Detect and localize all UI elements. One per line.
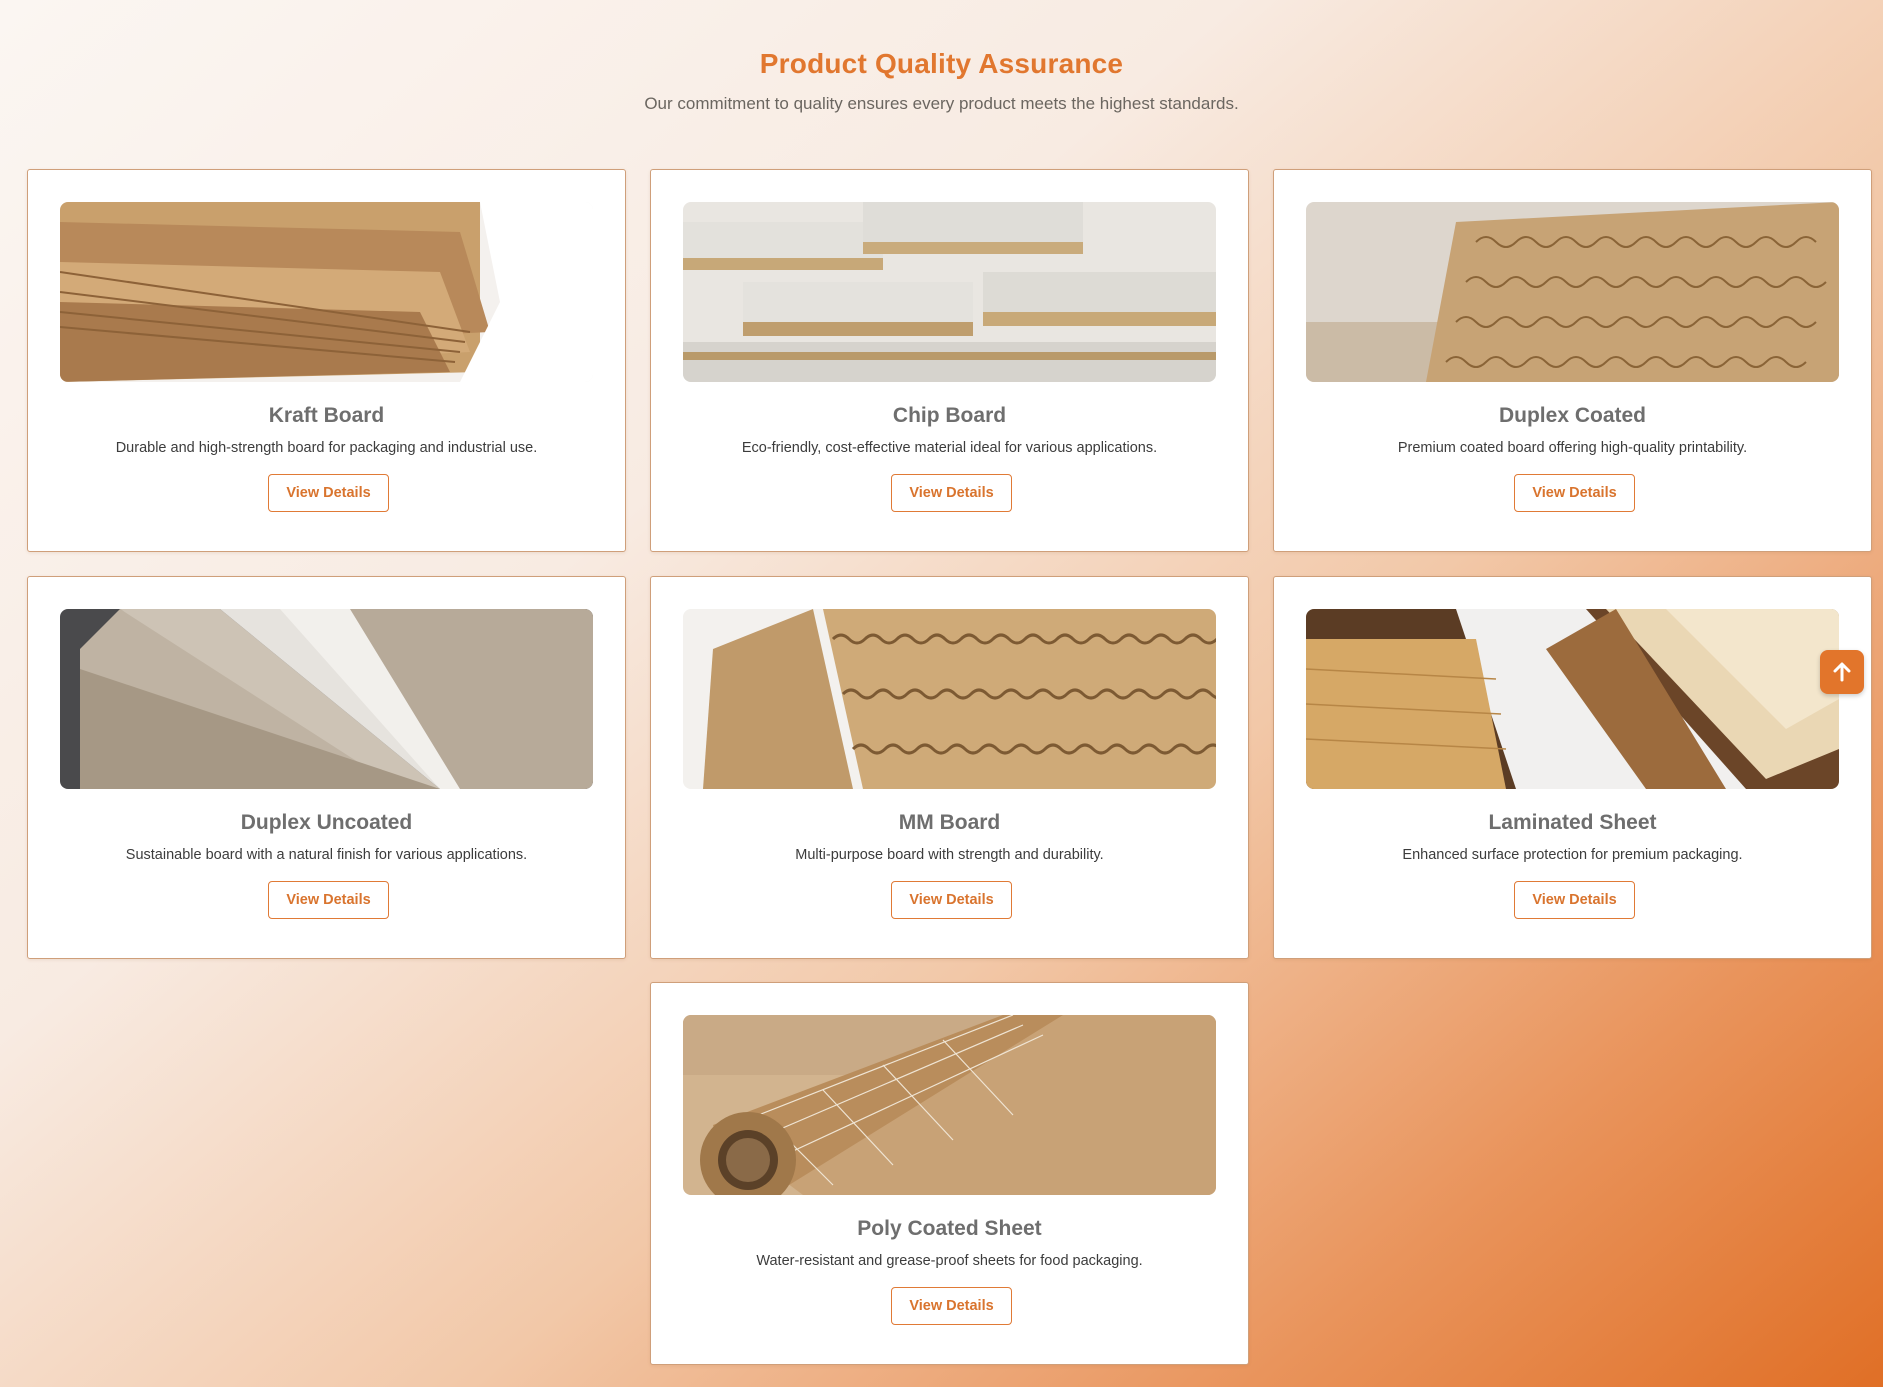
mm-board-image — [683, 609, 1216, 789]
product-description: Water-resistant and grease-proof sheets … — [756, 1253, 1143, 1269]
product-card-chip-board: Chip Board Eco-friendly, cost-effective … — [650, 169, 1249, 552]
product-name: MM Board — [898, 811, 1001, 834]
product-card-duplex-coated: Duplex Coated Premium coated board offer… — [1273, 169, 1872, 552]
poly-coated-sheet-image — [683, 1015, 1216, 1195]
page-subtitle: Our commitment to quality ensures every … — [644, 94, 1239, 113]
product-description: Eco-friendly, cost-effective material id… — [741, 440, 1158, 456]
product-description: Enhanced surface protection for premium … — [1402, 847, 1743, 863]
product-card-laminated-sheet: Laminated Sheet Enhanced surface protect… — [1273, 576, 1872, 959]
product-name: Poly Coated Sheet — [857, 1217, 1042, 1240]
view-details-button[interactable]: View Details — [891, 1287, 1012, 1325]
view-details-button[interactable]: View Details — [891, 881, 1012, 919]
view-details-button[interactable]: View Details — [268, 474, 389, 512]
view-details-button[interactable]: View Details — [1514, 474, 1635, 512]
kraft-board-image — [60, 202, 593, 382]
product-name: Chip Board — [892, 404, 1007, 427]
duplex-uncoated-image — [60, 609, 593, 789]
product-card-kraft-board: Kraft Board Durable and high-strength bo… — [27, 169, 626, 552]
product-description: Premium coated board offering high-quali… — [1397, 440, 1748, 456]
product-description: Multi-purpose board with strength and du… — [795, 847, 1104, 863]
laminated-sheet-image — [1306, 609, 1839, 789]
view-details-button[interactable]: View Details — [268, 881, 389, 919]
view-details-button[interactable]: View Details — [891, 474, 1012, 512]
view-details-button[interactable]: View Details — [1514, 881, 1635, 919]
section-header: Product Quality Assurance Our commitment… — [0, 48, 1883, 114]
chip-board-image — [683, 202, 1216, 382]
page-title: Product Quality Assurance — [759, 48, 1124, 79]
product-name: Laminated Sheet — [1488, 811, 1657, 834]
product-card-poly-coated-sheet: Poly Coated Sheet Water-resistant and gr… — [650, 982, 1249, 1365]
product-description: Durable and high-strength board for pack… — [115, 440, 538, 456]
product-card-mm-board: MM Board Multi-purpose board with streng… — [650, 576, 1249, 959]
duplex-coated-image — [1306, 202, 1839, 382]
product-name: Kraft Board — [268, 404, 385, 427]
arrow-up-icon — [1833, 662, 1851, 682]
product-name: Duplex Uncoated — [240, 811, 413, 834]
product-card-duplex-uncoated: Duplex Uncoated Sustainable board with a… — [27, 576, 626, 959]
product-name: Duplex Coated — [1498, 404, 1647, 427]
scroll-to-top-button[interactable] — [1820, 650, 1864, 694]
product-description: Sustainable board with a natural finish … — [125, 847, 528, 863]
